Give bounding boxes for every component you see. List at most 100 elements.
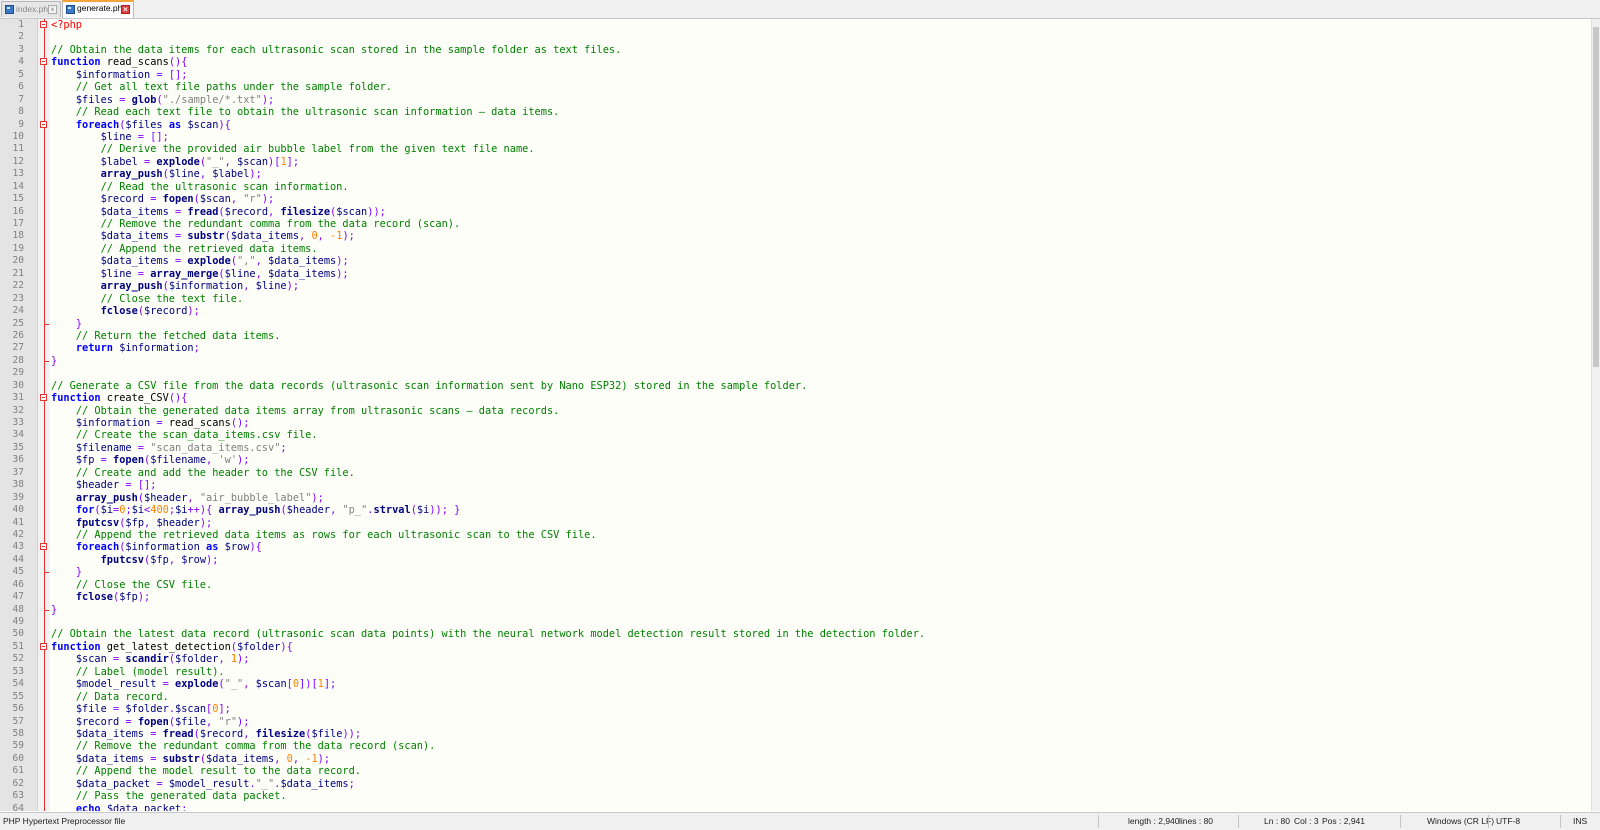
code-line[interactable]: 18 $data_items = substr($data_items, 0, … — [0, 230, 1590, 242]
fold-collapse-icon[interactable] — [40, 642, 47, 650]
code-line[interactable]: 29 — [0, 367, 1590, 379]
eol-format-label[interactable]: Windows (CR LF) — [1427, 813, 1494, 829]
tab-index-php[interactable]: index.php × — [1, 1, 61, 17]
code-text: $information = []; — [75, 68, 188, 81]
code-line[interactable]: 16 $data_items = fread($record, filesize… — [0, 206, 1590, 218]
code-line[interactable]: 41 fputcsv($fp, $header); — [0, 517, 1590, 529]
code-line[interactable]: 28} — [0, 355, 1590, 367]
code-line[interactable]: 53 // Label (model result). — [0, 666, 1590, 678]
line-number: 49 — [12, 616, 24, 627]
code-text: foreach($information as $row){ — [75, 541, 262, 554]
code-line[interactable]: 8 // Read each text file to obtain the u… — [0, 106, 1590, 118]
code-text: $data_items = explode(",", $data_items); — [100, 255, 349, 268]
code-line[interactable]: 49 — [0, 616, 1590, 628]
code-line[interactable]: 38 $header = []; — [0, 479, 1590, 491]
code-line[interactable]: 34 // Create the scan_data_items.csv fil… — [0, 429, 1590, 441]
encoding-label[interactable]: UTF-8 — [1496, 813, 1520, 829]
code-line[interactable]: 33 $information = read_scans(); — [0, 417, 1590, 429]
code-line[interactable]: 36 $fp = fopen($filename, 'w'); — [0, 454, 1590, 466]
code-line[interactable]: 51 function get_latest_detection($folder)… — [0, 641, 1590, 653]
code-line[interactable]: 56 $file = $folder.$scan[0]; — [0, 703, 1590, 715]
vertical-scrollbar[interactable] — [1591, 19, 1600, 811]
code-line[interactable]: 17 // Remove the redundant comma from th… — [0, 218, 1590, 230]
tab-generate-php[interactable]: generate.php × — [62, 0, 134, 18]
code-line[interactable]: 46 // Close the CSV file. — [0, 579, 1590, 591]
code-line[interactable]: 54 $model_result = explode("_", $scan[0]… — [0, 678, 1590, 690]
code-text: $data_items = fread($record, filesize($s… — [100, 205, 386, 218]
code-line[interactable]: 31 function create_CSV(){ — [0, 392, 1590, 404]
code-line[interactable]: 11 // Derive the provided air bubble lab… — [0, 143, 1590, 155]
line-number: 29 — [12, 367, 24, 379]
line-number: 3 — [18, 43, 24, 55]
code-text: for($i=0;$i<400;$i++){ array_push($heade… — [75, 504, 461, 517]
code-line[interactable]: 27 return $information; — [0, 342, 1590, 354]
fold-collapse-icon[interactable] — [40, 58, 47, 66]
code-line[interactable]: 15 $record = fopen($scan, "r"); — [0, 193, 1590, 205]
code-line[interactable]: 21 $line = array_merge($line, $data_item… — [0, 268, 1590, 280]
code-line[interactable]: 35 $filename = "scan_data_items.csv"; — [0, 442, 1590, 454]
code-line[interactable]: 2 — [0, 31, 1590, 43]
code-line[interactable]: 43 foreach($information as $row){ — [0, 541, 1590, 553]
code-line[interactable]: 25 } — [0, 318, 1590, 330]
line-number: 43 — [12, 541, 24, 553]
code-line[interactable]: 48} — [0, 604, 1590, 616]
fold-end-marker — [44, 355, 49, 362]
code-text: // Append the retrieved data items. — [100, 242, 318, 255]
code-line[interactable]: 10 $line = []; — [0, 131, 1590, 143]
code-line[interactable]: 32 // Obtain the generated data items ar… — [0, 405, 1590, 417]
code-line[interactable]: 20 $data_items = explode(",", $data_item… — [0, 255, 1590, 267]
code-line[interactable]: 58 $data_items = fread($record, filesize… — [0, 728, 1590, 740]
code-line[interactable]: 40 for($i=0;$i<400;$i++){ array_push($he… — [0, 504, 1590, 516]
code-line[interactable]: 4 function read_scans(){ — [0, 56, 1590, 68]
code-editor[interactable]: 1 <?php 2 3 // Obtain the data items for eac… — [0, 19, 1600, 811]
code-line[interactable]: 26 // Return the fetched data items. — [0, 330, 1590, 342]
code-line[interactable]: 30 // Generate a CSV file from the data r… — [0, 380, 1590, 392]
line-number: 62 — [12, 777, 24, 789]
code-line[interactable]: 3 // Obtain the data items for each ultra… — [0, 44, 1590, 56]
close-icon[interactable]: × — [48, 5, 57, 14]
code-line[interactable]: 22 array_push($information, $line); — [0, 280, 1590, 292]
code-line[interactable]: 50 // Obtain the latest data record (ultr… — [0, 628, 1590, 640]
code-line[interactable]: 62 $data_packet = $model_result."_".$dat… — [0, 778, 1590, 790]
code-text: $information = read_scans(); — [75, 417, 250, 429]
code-line[interactable]: 44 fputcsv($fp, $row); — [0, 554, 1590, 566]
fold-collapse-icon[interactable] — [40, 543, 47, 551]
code-line[interactable]: 23 // Close the text file. — [0, 293, 1590, 305]
code-line[interactable]: 63 // Pass the generated data packet. — [0, 790, 1590, 802]
code-line[interactable]: 60 $data_items = substr($data_items, 0, … — [0, 753, 1590, 765]
code-line[interactable]: 24 fclose($record); — [0, 305, 1590, 317]
fold-collapse-icon[interactable] — [40, 120, 47, 128]
code-line[interactable]: 19 // Append the retrieved data items. — [0, 243, 1590, 255]
code-text: return $information; — [75, 342, 200, 355]
close-icon[interactable]: × — [121, 5, 130, 14]
insert-mode-label[interactable]: INS — [1573, 813, 1587, 829]
code-line[interactable]: 47 fclose($fp); — [0, 591, 1590, 603]
code-line[interactable]: 9 foreach($files as $scan){ — [0, 119, 1590, 131]
code-line[interactable]: 52 $scan = scandir($folder, 1); — [0, 653, 1590, 665]
code-line[interactable]: 39 array_push($header, "air_bubble_label… — [0, 492, 1590, 504]
code-line[interactable]: 14 // Read the ultrasonic scan informati… — [0, 181, 1590, 193]
code-line[interactable]: 45 } — [0, 566, 1590, 578]
line-number: 30 — [12, 379, 24, 391]
line-number: 64 — [12, 802, 24, 811]
fold-collapse-icon[interactable] — [40, 21, 47, 28]
line-number: 23 — [12, 292, 24, 304]
code-line[interactable]: 57 $record = fopen($file, "r"); — [0, 716, 1590, 728]
code-line[interactable]: 7 $files = glob("./sample/*.txt"); — [0, 94, 1590, 106]
code-text: // Close the CSV file. — [75, 578, 213, 591]
code-line[interactable]: 6 // Get all text file paths under the s… — [0, 81, 1590, 93]
code-line[interactable]: 13 array_push($line, $label); — [0, 168, 1590, 180]
code-line[interactable]: 42 // Append the retrieved data items as… — [0, 529, 1590, 541]
code-line[interactable]: 55 // Data record. — [0, 691, 1590, 703]
code-line[interactable]: 12 $label = explode("_", $scan)[1]; — [0, 156, 1590, 168]
code-area[interactable]: 1 <?php 2 3 // Obtain the data items for eac… — [0, 19, 1590, 811]
code-line[interactable]: 1 <?php — [0, 19, 1590, 31]
fold-collapse-icon[interactable] — [40, 394, 47, 402]
code-line[interactable]: 64 echo $data_packet; — [0, 803, 1590, 811]
code-line[interactable]: 37 // Create and add the header to the C… — [0, 467, 1590, 479]
code-line[interactable]: 5 $information = []; — [0, 69, 1590, 81]
code-line[interactable]: 61 // Append the model result to the dat… — [0, 765, 1590, 777]
column-position-label: Col : 3 — [1294, 816, 1319, 826]
scrollbar-thumb[interactable] — [1593, 27, 1599, 367]
code-line[interactable]: 59 // Remove the redundant comma from th… — [0, 740, 1590, 752]
